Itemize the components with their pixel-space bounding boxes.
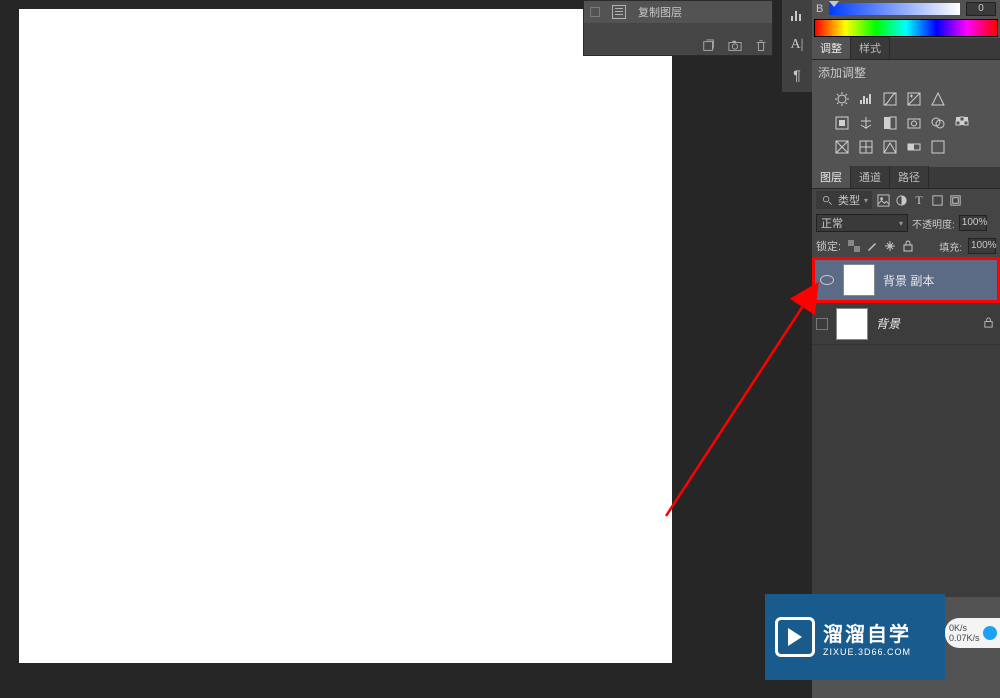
speed-badge-icon xyxy=(983,626,997,640)
duplicate-layer-icon xyxy=(612,5,626,19)
layer-item-background[interactable]: 背景 xyxy=(812,303,1000,345)
lock-pixels-icon[interactable] xyxy=(865,239,879,253)
filter-type-label: 类型 xyxy=(838,192,860,208)
paragraph-panel-icon[interactable]: ¶ xyxy=(782,60,812,90)
layer-list: 背景 副本 背景 xyxy=(812,257,1000,597)
layer-name-label[interactable]: 背景 副本 xyxy=(883,272,934,289)
filter-type-icon[interactable]: T xyxy=(912,193,926,207)
color-lookup-icon[interactable] xyxy=(954,115,970,131)
layer-filter-row: 类型 ▾ T xyxy=(812,189,1000,211)
selective-color-icon[interactable] xyxy=(930,139,946,155)
watermark-title: 溜溜自学 xyxy=(823,618,911,647)
add-adjustment-label: 添加调整 xyxy=(818,64,994,81)
invert-icon[interactable] xyxy=(834,139,850,155)
tab-adjustments[interactable]: 调整 xyxy=(812,37,851,59)
hue-saturation-icon[interactable] xyxy=(834,115,850,131)
lock-all-icon[interactable] xyxy=(901,239,915,253)
camera-icon[interactable] xyxy=(728,39,742,53)
vibrance-icon[interactable] xyxy=(930,91,946,107)
blend-mode-dropdown[interactable]: 正常 ▾ xyxy=(816,214,908,232)
color-slider-row: B 0 xyxy=(812,0,1000,18)
history-visibility-checkbox[interactable] xyxy=(590,7,600,17)
channel-value[interactable]: 0 xyxy=(966,2,996,16)
filter-adjustment-icon[interactable] xyxy=(894,193,908,207)
filter-pixel-icon[interactable] xyxy=(876,193,890,207)
tab-channels[interactable]: 通道 xyxy=(851,166,890,188)
history-item-label: 复制图层 xyxy=(638,4,682,20)
layer-thumbnail[interactable] xyxy=(836,308,868,340)
histogram-icon[interactable] xyxy=(782,0,812,30)
filter-smartobject-icon[interactable] xyxy=(948,193,962,207)
layer-name-label[interactable]: 背景 xyxy=(876,315,900,332)
search-icon xyxy=(820,193,834,207)
slider-thumb[interactable] xyxy=(829,1,839,7)
filter-shape-icon[interactable] xyxy=(930,193,944,207)
trash-icon[interactable] xyxy=(754,39,768,53)
fill-label: 填充: xyxy=(939,239,962,254)
lock-transparency-icon[interactable] xyxy=(847,239,861,253)
black-white-icon[interactable] xyxy=(882,115,898,131)
opacity-value[interactable]: 100% xyxy=(959,215,987,231)
lock-indicator-icon xyxy=(983,317,994,331)
chevron-down-icon: ▾ xyxy=(899,219,903,228)
layer-thumbnail[interactable] xyxy=(843,264,875,296)
history-panel: 复制图层 xyxy=(583,0,773,56)
curves-icon[interactable] xyxy=(882,91,898,107)
lock-fill-row: 锁定: 填充: 100% xyxy=(812,235,1000,257)
lock-position-icon[interactable] xyxy=(883,239,897,253)
filter-type-dropdown[interactable]: 类型 ▾ xyxy=(816,191,872,209)
blue-slider[interactable] xyxy=(829,3,960,15)
opacity-label: 不透明度: xyxy=(912,216,955,231)
blend-opacity-row: 正常 ▾ 不透明度: 100% xyxy=(812,211,1000,235)
blend-mode-value: 正常 xyxy=(821,215,843,231)
collapsed-tool-column: A| ¶ xyxy=(782,0,812,92)
levels-icon[interactable] xyxy=(858,91,874,107)
channel-mixer-icon[interactable] xyxy=(930,115,946,131)
network-speed-indicator[interactable]: 0K/s 0.07K/s xyxy=(945,618,1000,648)
exposure-icon[interactable] xyxy=(906,91,922,107)
adjustments-tab-bar: 调整 样式 xyxy=(812,38,1000,60)
fill-value[interactable]: 100% xyxy=(968,238,996,254)
create-document-icon[interactable] xyxy=(702,39,716,53)
brightness-contrast-icon[interactable] xyxy=(834,91,850,107)
watermark-overlay: 溜溜自学 ZIXUE.3D66.COM xyxy=(765,594,945,680)
character-panel-icon[interactable]: A| xyxy=(782,30,812,60)
visibility-toggle[interactable] xyxy=(816,318,828,330)
lock-label: 锁定: xyxy=(816,238,841,254)
layer-item-background-copy[interactable]: 背景 副本 xyxy=(812,257,1000,303)
chevron-down-icon: ▾ xyxy=(864,196,868,205)
document-canvas[interactable] xyxy=(19,9,672,663)
visibility-toggle[interactable] xyxy=(819,272,835,288)
watermark-url: ZIXUE.3D66.COM xyxy=(823,647,911,657)
tab-styles[interactable]: 样式 xyxy=(851,37,890,59)
color-spectrum[interactable] xyxy=(814,19,998,37)
history-item[interactable]: 复制图层 xyxy=(584,1,772,23)
posterize-icon[interactable] xyxy=(858,139,874,155)
channel-label: B xyxy=(816,3,823,15)
layers-tab-bar: 图层 通道 路径 xyxy=(812,167,1000,189)
photo-filter-icon[interactable] xyxy=(906,115,922,131)
play-icon xyxy=(775,617,815,657)
threshold-icon[interactable] xyxy=(882,139,898,155)
adjustments-panel: 添加调整 xyxy=(812,60,1000,167)
tab-paths[interactable]: 路径 xyxy=(890,166,929,188)
tab-layers[interactable]: 图层 xyxy=(812,166,851,188)
color-balance-icon[interactable] xyxy=(858,115,874,131)
gradient-map-icon[interactable] xyxy=(906,139,922,155)
